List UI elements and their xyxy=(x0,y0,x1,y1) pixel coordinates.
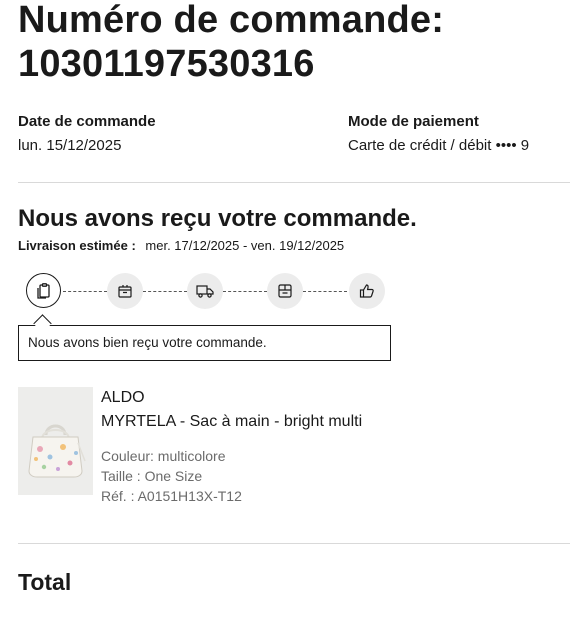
status-message-box: Nous avons bien reçu votre commande. xyxy=(18,325,391,361)
order-title-prefix: Numéro de commande: xyxy=(18,0,445,41)
product-reference: Réf. : A0151H13X-T12 xyxy=(101,488,242,504)
truck-icon xyxy=(196,285,214,298)
product-brand: ALDO xyxy=(101,389,145,406)
step-shipped[interactable] xyxy=(187,273,223,309)
estimated-delivery: Livraison estimée : mer. 17/12/2025 - ve… xyxy=(18,238,344,253)
product-color: Couleur: multicolore xyxy=(101,448,226,464)
divider xyxy=(18,182,570,183)
progress-connector xyxy=(63,291,107,292)
progress-connector xyxy=(223,291,267,292)
progress-connector xyxy=(143,291,187,292)
order-number: 10301197530316 xyxy=(18,43,315,85)
step-delivered[interactable] xyxy=(349,273,385,309)
product-image[interactable] xyxy=(18,387,93,495)
estimated-delivery-value: mer. 17/12/2025 - ven. 19/12/2025 xyxy=(145,238,345,253)
parcel-icon xyxy=(278,284,292,298)
clipboard-icon xyxy=(36,282,50,299)
order-title: Numéro de commande: 10301197530316 xyxy=(18,0,570,86)
handbag-image xyxy=(18,387,93,495)
payment-method-value: Carte de crédit / débit •••• 9 xyxy=(348,137,530,154)
total-heading: Total xyxy=(18,569,72,595)
step-preparing[interactable] xyxy=(107,273,143,309)
step-out-for-delivery[interactable] xyxy=(267,273,303,309)
step-order-received[interactable] xyxy=(26,273,61,308)
thumbs-up-icon xyxy=(359,284,374,298)
product-name[interactable]: MYRTELA - Sac à main - bright multi xyxy=(101,413,362,431)
product-size: Taille : One Size xyxy=(101,468,203,484)
order-date-label: Date de commande xyxy=(18,113,156,130)
order-status-title: Nous avons reçu votre commande. xyxy=(18,205,417,232)
progress-connector xyxy=(303,291,347,292)
package-icon xyxy=(118,285,132,298)
payment-method-label: Mode de paiement xyxy=(348,113,479,130)
divider xyxy=(18,543,570,544)
estimated-delivery-label: Livraison estimée : xyxy=(18,238,136,253)
order-date-value: lun. 15/12/2025 xyxy=(18,137,122,154)
